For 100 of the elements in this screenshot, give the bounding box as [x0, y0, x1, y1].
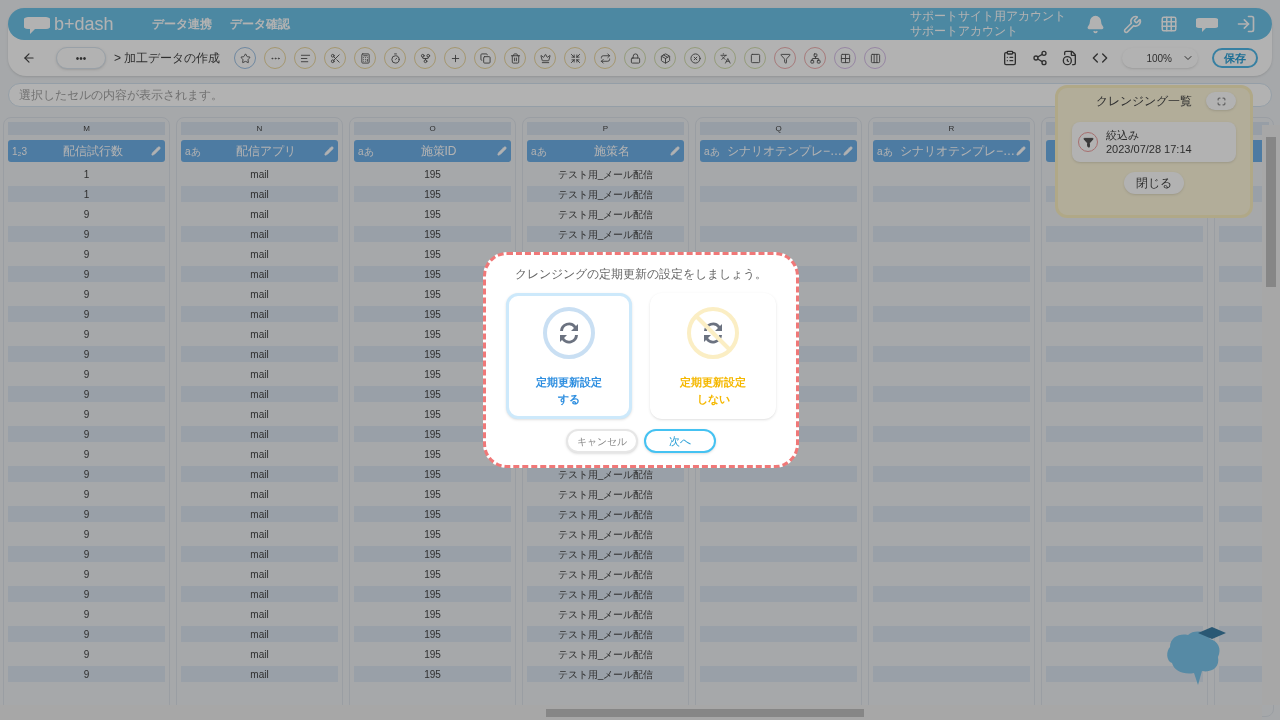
more-button[interactable]: •••	[56, 47, 106, 69]
table-cell-text: 9	[82, 487, 91, 502]
x-circle-icon	[689, 52, 701, 64]
table-cell: mail	[181, 186, 338, 202]
save-button[interactable]: 保存	[1212, 48, 1258, 68]
tool-button[interactable]	[474, 47, 497, 69]
type-label: aあ	[358, 144, 375, 159]
table-cell-text: 195	[423, 247, 442, 262]
edit-icon[interactable]	[1016, 146, 1026, 156]
table-cell: テスト用_メール配信	[527, 666, 684, 682]
column-name: シナリオテンプレ−…	[899, 143, 1016, 160]
column-header[interactable]: 1₂3 配信試行数	[8, 140, 165, 162]
option-card[interactable]: 定期更新設定 する	[506, 293, 632, 419]
column-header[interactable]: aあ シナリオテンプレ−…	[700, 140, 857, 162]
chat-bubble-icon[interactable]	[1196, 15, 1218, 33]
file-history-icon[interactable]	[1062, 50, 1078, 66]
edit-icon[interactable]	[497, 146, 507, 156]
table-cell-text: テスト用_メール配信	[556, 647, 655, 662]
column-header[interactable]: aあ 配信アプリ	[181, 140, 338, 162]
cleansing-name: 絞込み	[1106, 128, 1140, 142]
table-cell-text: mail	[249, 487, 270, 502]
shrink-icon	[569, 52, 581, 64]
tool-button[interactable]	[444, 47, 467, 69]
lock-icon	[629, 52, 641, 64]
edit-icon[interactable]	[843, 146, 853, 156]
cleansing-item[interactable]: 絞込み 2023/07/28 17:14	[1072, 122, 1236, 162]
box-icon	[659, 52, 671, 64]
cancel-button[interactable]: キャンセル	[566, 429, 638, 453]
tool-button[interactable]	[834, 47, 857, 69]
tool-button[interactable]	[624, 47, 647, 69]
tool-button[interactable]	[354, 47, 377, 69]
back-icon[interactable]	[22, 51, 36, 65]
bell-icon[interactable]	[1086, 14, 1105, 34]
table-cell: 195	[354, 586, 511, 602]
table-cell-text: 9	[82, 207, 91, 222]
table-cell-text: 9	[82, 367, 91, 382]
column-name: 施策名	[592, 143, 631, 160]
edit-icon[interactable]	[324, 146, 334, 156]
tool-button[interactable]	[504, 47, 527, 69]
table-cell: mail	[181, 426, 338, 442]
table-cell-text: 9	[82, 567, 91, 582]
column-letter: R	[873, 122, 1030, 135]
expand-icon	[1216, 96, 1226, 106]
table-cell-text: 9	[82, 607, 91, 622]
table-cell: 195	[354, 466, 511, 482]
apps-icon[interactable]	[1160, 15, 1178, 33]
tool-button[interactable]	[414, 47, 437, 69]
table-cell-text: テスト用_メール配信	[556, 167, 655, 182]
sync-icon	[542, 306, 596, 360]
clipboard-icon[interactable]	[1002, 50, 1018, 66]
zoom-select[interactable]: 100%	[1122, 48, 1198, 68]
table-cell: 195	[354, 186, 511, 202]
tool-button[interactable]	[774, 47, 797, 69]
table-cell-text: 195	[423, 407, 442, 422]
column-header[interactable]: aあ 施策ID	[354, 140, 511, 162]
table-cell: mail	[181, 666, 338, 682]
share-icon[interactable]	[1032, 50, 1048, 66]
tool-button[interactable]	[324, 47, 347, 69]
tool-button[interactable]	[234, 47, 257, 69]
logout-icon[interactable]	[1236, 14, 1256, 34]
column-header[interactable]: aあ シナリオテンプレ−…	[873, 140, 1030, 162]
column-header[interactable]: aあ 施策名	[527, 140, 684, 162]
code-icon[interactable]	[1092, 50, 1108, 66]
tool-button[interactable]	[654, 47, 677, 69]
tool-button[interactable]	[384, 47, 407, 69]
table-cell: 195	[354, 546, 511, 562]
table-cell: mail	[181, 266, 338, 282]
column-letter: M	[8, 122, 165, 135]
tool-button[interactable]	[564, 47, 587, 69]
breadcrumb: > 加工データの作成	[114, 50, 221, 67]
expand-button[interactable]	[1206, 92, 1236, 110]
table-cell-text: 9	[82, 527, 91, 542]
wrench-icon[interactable]	[1123, 14, 1142, 34]
close-button[interactable]: 閉じる	[1124, 172, 1184, 194]
option-card[interactable]: 定期更新設定 しない	[650, 293, 776, 419]
nav-link[interactable]: データ確認	[230, 15, 290, 33]
tool-button[interactable]	[684, 47, 707, 69]
tool-button[interactable]	[804, 47, 827, 69]
table-cell: テスト用_メール配信	[527, 586, 684, 602]
tool-button[interactable]	[294, 47, 317, 69]
tool-button[interactable]	[864, 47, 887, 69]
table-cell: 9	[8, 226, 165, 242]
table-cell: 9	[8, 586, 165, 602]
tool-button[interactable]	[744, 47, 767, 69]
edit-icon[interactable]	[670, 146, 680, 156]
tool-button[interactable]	[534, 47, 557, 69]
column-letter: O	[354, 122, 511, 135]
table-cell-text: mail	[249, 287, 270, 302]
table-cell-text: mail	[249, 447, 270, 462]
column-name: 施策ID	[419, 143, 458, 160]
type-label: aあ	[877, 144, 894, 159]
table-cell: mail	[181, 306, 338, 322]
nav-link[interactable]: データ連携	[152, 15, 212, 33]
copy-icon	[479, 52, 491, 64]
tool-button[interactable]	[594, 47, 617, 69]
edit-icon[interactable]	[151, 146, 161, 156]
next-button[interactable]: 次へ	[644, 429, 716, 453]
table-cell: mail	[181, 546, 338, 562]
tool-button[interactable]	[714, 47, 737, 69]
table-cell-text: 195	[423, 327, 442, 342]
